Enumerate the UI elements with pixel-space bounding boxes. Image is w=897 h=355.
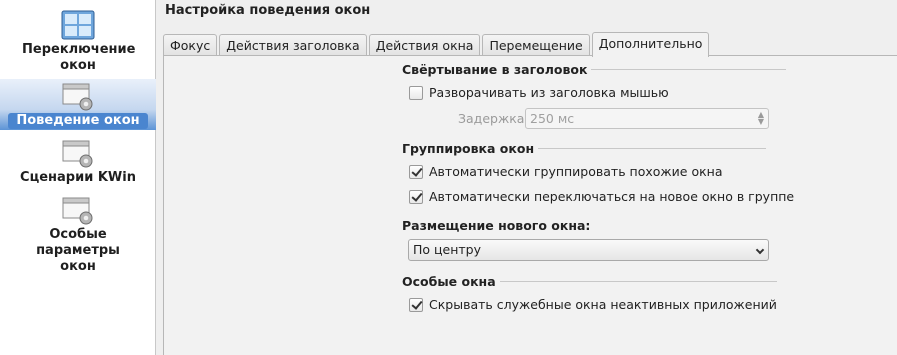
delay-label: Задержка: [458,111,529,126]
hover-unshade-checkbox[interactable] [409,85,423,100]
window-rules-icon [62,197,93,225]
hide-utility-checkbox-row[interactable]: Скрывать служебные окна неактивных прило… [409,297,777,312]
category-sidebar: Переключение окон Поведение окон Сценари… [0,0,156,355]
group-title-placement-label: Размещение нового окна: [402,218,591,233]
auto-switch-label: Автоматически переключаться на новое окн… [429,189,795,204]
delay-spinbox[interactable]: 250 мс ▲ ▼ [525,108,769,129]
tab-window-actions[interactable]: Действия окна [368,34,481,56]
group-title-grouping: Группировка окон [402,141,767,156]
sidebar-item-window-rules[interactable]: Особые параметры окон [0,197,156,275]
auto-switch-checkbox-row[interactable]: Автоматически переключаться на новое окн… [409,189,794,204]
auto-group-checkbox[interactable] [409,164,423,179]
tab-bar: Фокус Действия заголовка Действия окна П… [163,32,711,57]
group-title-shading-label: Свёртывание в заголовок [402,62,588,77]
group-title-shading: Свёртывание в заголовок [402,62,787,77]
tab-focus[interactable]: Фокус [163,34,218,56]
hover-unshade-label: Разворачивать из заголовка мышью [429,85,669,100]
delay-value: 250 мс [530,111,575,126]
sidebar-item-label: Переключение окон [22,42,136,73]
auto-group-label: Автоматически группировать похожие окна [429,164,723,179]
tab-advanced[interactable]: Дополнительно [591,32,710,57]
chevron-down-icon [755,245,765,255]
sidebar-item-label: Особые параметры окон [36,227,120,274]
group-title-special: Особые окна [402,274,777,289]
spin-arrows-icon[interactable]: ▲ ▼ [758,111,764,126]
group-title-special-label: Особые окна [402,274,496,289]
tab-titlebar-actions[interactable]: Действия заголовка [219,34,367,56]
hover-unshade-checkbox-row[interactable]: Разворачивать из заголовка мышью [409,85,669,100]
group-divider [499,281,777,282]
auto-group-checkbox-row[interactable]: Автоматически группировать похожие окна [409,164,722,179]
hide-utility-label: Скрывать служебные окна неактивных прило… [429,297,777,312]
sidebar-item-label: Поведение окон [8,113,148,129]
window-switch-icon [61,10,95,40]
sidebar-item-window-switching[interactable]: Переключение окон [0,10,156,74]
placement-combobox[interactable]: По центру [408,239,769,261]
sidebar-item-kwin-scripts[interactable]: Сценарии KWin [0,140,156,186]
page-title: Настройка поведения окон [165,3,371,18]
group-title-placement: Размещение нового окна: [402,218,590,233]
group-divider [591,69,787,70]
group-divider [538,148,767,149]
tab-movement[interactable]: Перемещение [482,34,590,56]
sidebar-item-window-behavior[interactable]: Поведение окон [0,79,156,130]
sidebar-item-label: Сценарии KWin [20,170,136,185]
group-title-grouping-label: Группировка окон [402,141,535,156]
auto-switch-checkbox[interactable] [409,189,423,204]
kwin-scripts-icon [62,140,93,168]
hide-utility-checkbox[interactable] [409,297,423,312]
placement-value: По центру [413,242,482,257]
window-behavior-icon [62,83,93,111]
